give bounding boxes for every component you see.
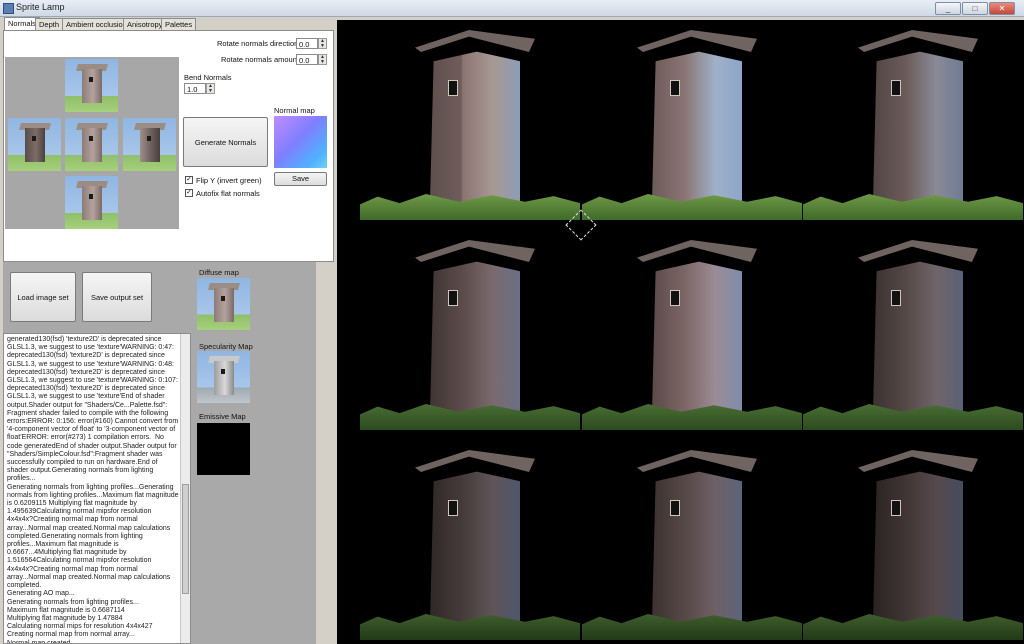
tab-depth[interactable]: Depth bbox=[35, 18, 64, 30]
preview-cell bbox=[360, 440, 580, 640]
preview-cell bbox=[803, 20, 1023, 220]
rotate-direction-stepper[interactable]: ▲ ▼ bbox=[318, 38, 327, 49]
preview-cell bbox=[803, 230, 1023, 430]
log-text: generated130(fsd) 'texture2D' is depreca… bbox=[7, 336, 179, 644]
generate-normals-button[interactable]: Generate Normals bbox=[183, 117, 268, 167]
lighting-profile-right[interactable] bbox=[123, 118, 176, 171]
autofix-flat-normals-checkbox[interactable]: ✓ bbox=[185, 189, 193, 197]
lighting-profile-grid bbox=[5, 57, 179, 229]
flip-y-checkbox[interactable]: ✓ bbox=[185, 176, 193, 184]
emissive-map-preview[interactable] bbox=[197, 423, 250, 475]
log-scrollbar-thumb[interactable] bbox=[182, 484, 189, 594]
flip-y-label: Flip Y (invert green) bbox=[196, 176, 262, 185]
save-output-set-button[interactable]: Save output set bbox=[82, 272, 152, 322]
window-title: Sprite Lamp bbox=[16, 2, 65, 12]
close-icon[interactable]: ✕ bbox=[989, 2, 1015, 15]
tab-ambient-occlusion[interactable]: Ambient occlusion bbox=[62, 18, 131, 30]
app-icon bbox=[3, 3, 14, 14]
lighting-profile-bottom[interactable] bbox=[65, 176, 118, 229]
rotate-amount-input[interactable]: 0.0 bbox=[296, 54, 318, 65]
specularity-map-preview[interactable] bbox=[197, 351, 250, 403]
minimize-icon[interactable]: _ bbox=[935, 2, 961, 15]
render-preview[interactable] bbox=[337, 20, 1024, 644]
tab-anisotropy[interactable]: Anisotropy bbox=[123, 18, 167, 30]
preview-cell bbox=[360, 20, 580, 220]
emissive-map-label: Emissive Map bbox=[199, 412, 246, 421]
diffuse-map-preview[interactable] bbox=[197, 278, 250, 330]
title-bar: Sprite Lamp _ □ ✕ bbox=[0, 0, 1024, 17]
bend-normals-input[interactable]: 1.0 bbox=[184, 83, 206, 94]
lighting-profile-front[interactable] bbox=[65, 118, 118, 171]
rotate-amount-stepper[interactable]: ▲ ▼ bbox=[318, 54, 327, 65]
preview-cell bbox=[360, 230, 580, 430]
normal-map-preview bbox=[274, 116, 327, 168]
maximize-icon[interactable]: □ bbox=[962, 2, 988, 15]
normal-map-label: Normal map bbox=[274, 106, 315, 115]
rotate-direction-input[interactable]: 0.0 bbox=[296, 38, 318, 49]
preview-cell bbox=[582, 20, 802, 220]
preview-cell bbox=[582, 440, 802, 640]
log-scrollbar[interactable] bbox=[180, 334, 190, 643]
diffuse-map-label: Diffuse map bbox=[199, 268, 239, 277]
bend-normals-label: Bend Normals bbox=[184, 73, 232, 82]
log-output[interactable]: generated130(fsd) 'texture2D' is depreca… bbox=[3, 333, 191, 644]
bend-normals-stepper[interactable]: ▲ ▼ bbox=[206, 83, 215, 94]
preview-cell bbox=[803, 440, 1023, 640]
save-normal-map-button[interactable]: Save bbox=[274, 172, 327, 186]
specularity-map-label: Specularity Map bbox=[199, 342, 253, 351]
autofix-flat-normals-label: Autofix flat normals bbox=[196, 189, 260, 198]
preview-cell bbox=[582, 230, 802, 430]
lighting-profile-top[interactable] bbox=[65, 59, 118, 112]
rotate-amount-label: Rotate normals amount bbox=[221, 55, 299, 64]
load-image-set-button[interactable]: Load image set bbox=[10, 272, 76, 322]
rotate-direction-label: Rotate normals direction bbox=[217, 39, 299, 48]
tab-palettes[interactable]: Palettes bbox=[161, 18, 197, 30]
lighting-profile-left[interactable] bbox=[8, 118, 61, 171]
